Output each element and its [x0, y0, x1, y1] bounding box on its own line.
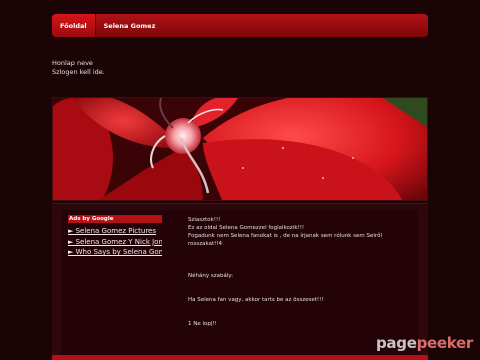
greeting-text: Sziasztok!!!: [188, 217, 221, 223]
rules-intro: Ha Selena fan vagy, akkor tarts be az ös…: [188, 297, 324, 303]
bottom-bar: [52, 355, 428, 360]
site-header: Honlap neve Szlogen kell ide.: [52, 59, 105, 77]
nav-item-selena-gomez[interactable]: Selena Gomez: [96, 14, 164, 37]
fans-text: Fogadunk nem Selena fanokat is , de na í…: [188, 233, 383, 247]
ad-link-who-says[interactable]: ► Who Says by Selena Gom: [68, 247, 162, 258]
site-title: Honlap neve: [52, 59, 93, 67]
pagepeeker-watermark: pagepeeker: [376, 334, 474, 352]
rules-heading: Néhány szabály:: [188, 273, 234, 279]
nav-item-home[interactable]: Főoldal: [52, 14, 96, 37]
main-navbar: Főoldal Selena Gomez: [52, 14, 428, 37]
main-content: Sziasztok!!! Ez az oldal Selena Gomezzel…: [188, 216, 412, 328]
ad-link-selena-gomez-nick-jon[interactable]: ► Selena Gomez Y Nick Jon: [68, 237, 162, 248]
rule-1: 1 Ne lopj!!: [188, 321, 217, 327]
red-flower-image: [53, 98, 427, 200]
intro-text: Ez az oldal Selena Gomezzel foglalkozik!…: [188, 225, 305, 231]
sidebar: Ads by Google ► Selena Gomez Pictures ► …: [68, 215, 162, 258]
ad-link-selena-gomez-pictures[interactable]: ► Selena Gomez Pictures: [68, 226, 162, 237]
hero-banner-image: [52, 97, 428, 201]
ads-by-google-title[interactable]: Ads by Google: [68, 215, 162, 223]
site-slogan: Szlogen kell ide.: [52, 68, 105, 76]
